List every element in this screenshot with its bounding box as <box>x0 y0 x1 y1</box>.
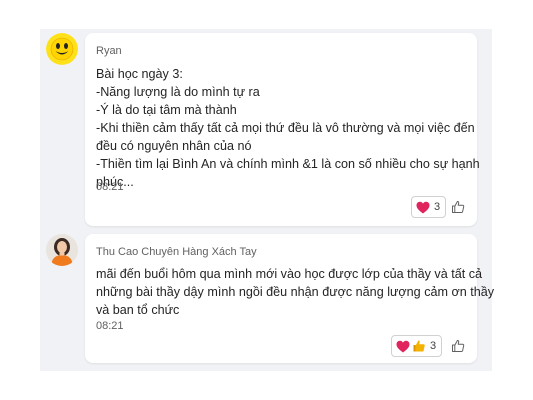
message-time: 08:21 <box>96 320 124 332</box>
message-line: -Năng lượng là do mình tự ra <box>96 85 260 99</box>
reaction-summary[interactable]: 3 <box>391 335 443 357</box>
reaction-count: 3 <box>434 201 441 213</box>
reaction-count: 3 <box>430 340 437 352</box>
message-line: và ban tổ chức <box>96 303 180 317</box>
woman-photo-avatar-icon <box>46 234 78 266</box>
message-line: -Ý là do tại tâm mà thành <box>96 103 237 117</box>
message-line: -Thiền tìm lại Bình An và chính mình &1 … <box>96 157 480 171</box>
message-line: Bài học ngày 3: <box>96 67 183 81</box>
smiley-face-avatar-icon <box>46 33 78 65</box>
chat-thread: Ryan Bài học ngày 3: -Năng lượng là do m… <box>40 29 495 371</box>
like-button[interactable] <box>448 197 468 217</box>
author-name[interactable]: Thu Cao Chuyên Hàng Xách Tay <box>96 246 257 258</box>
message-line: mãi đến buổi hôm qua mình mới vào học đư… <box>96 267 483 281</box>
reaction-summary[interactable]: 3 <box>411 196 447 218</box>
thumbs-up-outline-icon <box>452 200 465 213</box>
message-line: -Khi thiền cảm thấy tất cả mọi thứ đều l… <box>96 121 475 135</box>
message-card: Thu Cao Chuyên Hàng Xách Tay mãi đến buổ… <box>85 234 495 363</box>
thumbs-up-outline-icon <box>452 339 465 352</box>
avatar-thu-cao[interactable] <box>46 234 78 266</box>
message-card: Ryan Bài học ngày 3: -Năng lượng là do m… <box>85 33 480 226</box>
message-body: Bài học ngày 3: -Năng lượng là do mình t… <box>96 65 480 191</box>
message-line: đều có nguyên nhân của nó <box>96 139 252 153</box>
message-body: mãi đến buổi hôm qua mình mới vào học đư… <box>96 265 495 319</box>
message-time: 08:21 <box>96 181 124 193</box>
message-line: phúc... <box>96 175 134 189</box>
heart-icon <box>396 340 410 353</box>
message-line: những bài thầy dậy mình ngồi đều nhận đư… <box>96 285 495 299</box>
avatar-ryan[interactable] <box>46 33 78 65</box>
heart-icon <box>416 201 430 214</box>
thumbs-up-icon <box>412 339 426 353</box>
author-name[interactable]: Ryan <box>96 45 122 57</box>
like-button[interactable] <box>448 336 468 356</box>
